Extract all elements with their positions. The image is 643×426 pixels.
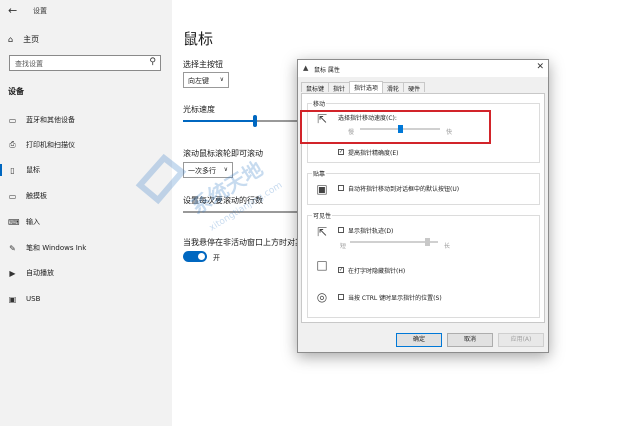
cursor-speed-label: 光标速度 xyxy=(183,105,215,114)
dialog-tabs: 鼠标键 指针 指针选项 滑轮 硬件 xyxy=(301,81,426,93)
dialog-titlebar: ▲ 鼠标 属性 ✕ xyxy=(298,60,548,77)
sidebar-item-autoplay[interactable]: ▶ 自动播放 xyxy=(8,267,54,279)
tab-wheel[interactable]: 滑轮 xyxy=(382,82,405,93)
autoplay-icon: ▶ xyxy=(9,268,16,278)
cursor-speed-slider[interactable] xyxy=(183,115,303,127)
group-title: 可见性 xyxy=(312,211,333,220)
cancel-button[interactable]: 取消 xyxy=(447,333,493,347)
wheel-scroll-dropdown[interactable]: 一次多行 ∨ xyxy=(183,162,233,178)
chevron-down-icon: ∨ xyxy=(223,166,228,173)
mouse-properties-dialog: ▲ 鼠标 属性 ✕ 鼠标键 指针 指针选项 滑轮 硬件 移动 ⇱ 选择指针移动速… xyxy=(297,59,549,353)
pen-icon: ✎ xyxy=(9,243,16,253)
long-label: 长 xyxy=(444,243,451,250)
inactive-scroll-toggle[interactable] xyxy=(183,251,207,262)
slider-thumb[interactable] xyxy=(425,238,430,246)
tab-buttons[interactable]: 鼠标键 xyxy=(301,82,330,93)
sidebar-item-bluetooth[interactable]: ▭ 蓝牙和其他设备 xyxy=(8,114,75,126)
group-title: 贴靠 xyxy=(312,169,327,178)
trails-label: 显示指针轨迹(D) xyxy=(348,228,394,235)
slider-fill xyxy=(183,120,253,122)
sidebar-item-label: 笔和 Windows Ink xyxy=(26,244,87,252)
slider-thumb[interactable] xyxy=(253,115,257,127)
hide-typing-checkbox[interactable]: ✓ xyxy=(338,267,344,273)
trails-checkbox[interactable] xyxy=(338,227,344,233)
primary-button-dropdown[interactable]: 向左键 ∨ xyxy=(183,72,229,88)
snap-label: 自动将指针移动到对话框中的默认按钮(U) xyxy=(348,186,460,193)
precision-label: 提高指针精确度(E) xyxy=(348,150,399,157)
scroll-lines-slider[interactable] xyxy=(183,206,303,218)
mouse-icon: ▲ xyxy=(303,64,309,72)
show-location-icon: ◎ xyxy=(316,290,328,304)
sidebar-home[interactable]: ⌂ 主页 xyxy=(8,34,39,45)
snap-group: 贴靠 ▣ 自动将指针移动到对话框中的默认按钮(U) xyxy=(307,169,540,205)
tab-pointers[interactable]: 指针 xyxy=(328,82,351,93)
mouse-icon: ▯ xyxy=(10,165,15,175)
pointer-trails-icon: ⇱ xyxy=(316,225,328,239)
toggle-knob xyxy=(198,253,205,260)
search-input[interactable]: 查找设置 ⚲ xyxy=(9,55,161,71)
sidebar-item-label: 触摸板 xyxy=(26,192,47,200)
toggle-state-label: 开 xyxy=(213,254,220,262)
printer-icon: ⎙ xyxy=(9,140,16,149)
bluetooth-icon: ▭ xyxy=(8,115,17,125)
wheel-scroll-label: 滚动鼠标滚轮即可滚动 xyxy=(183,149,263,158)
section-heading: 设备 xyxy=(8,87,24,96)
touchpad-icon: ▭ xyxy=(8,191,17,201)
hide-typing-icon: □ xyxy=(316,258,328,272)
close-icon[interactable]: ✕ xyxy=(536,62,544,72)
sidebar-item-label: 自动播放 xyxy=(26,269,54,277)
dialog-title: 鼠标 属性 xyxy=(314,67,340,74)
apply-button[interactable]: 应用(A) xyxy=(498,333,544,347)
home-label: 主页 xyxy=(23,35,40,44)
trails-slider[interactable] xyxy=(350,238,438,246)
snap-pointer-icon: ▣ xyxy=(316,182,328,196)
tab-pointer-options[interactable]: 指针选项 xyxy=(349,81,384,93)
sidebar-item-printers[interactable]: ⎙ 打印机和扫描仪 xyxy=(8,139,75,151)
sidebar-item-typing[interactable]: ⌨ 输入 xyxy=(8,216,40,228)
search-placeholder: 查找设置 xyxy=(15,60,43,68)
inactive-scroll-label: 当我悬停在非活动窗口上方时对其 xyxy=(183,238,303,247)
sidebar-item-mouse[interactable]: ▯ 鼠标 xyxy=(0,164,40,176)
window-title: 设置 xyxy=(33,7,47,15)
snap-checkbox[interactable] xyxy=(338,185,344,191)
sidebar-item-label: 鼠标 xyxy=(26,166,40,174)
settings-sidebar: ← 设置 ⌂ 主页 查找设置 ⚲ 设备 ▭ 蓝牙和其他设备 ⎙ 打印机和扫描仪 … xyxy=(0,0,172,426)
ok-button[interactable]: 确定 xyxy=(396,333,442,347)
ctrl-location-label: 当按 CTRL 键时显示指针的位置(S) xyxy=(348,295,442,302)
sidebar-item-touchpad[interactable]: ▭ 触摸板 xyxy=(8,190,47,202)
group-title: 移动 xyxy=(312,99,327,108)
sidebar-item-usb[interactable]: ▣ USB xyxy=(8,293,41,305)
precision-checkbox[interactable]: ✓ xyxy=(338,149,344,155)
keyboard-icon: ⌨ xyxy=(8,217,20,227)
sidebar-item-label: 蓝牙和其他设备 xyxy=(26,116,75,124)
dropdown-value: 一次多行 xyxy=(188,167,216,175)
scroll-lines-label: 设置每次要滚动的行数 xyxy=(183,196,263,205)
dropdown-value: 向左键 xyxy=(188,77,209,85)
primary-button-label: 选择主按钮 xyxy=(183,60,223,69)
highlight-box xyxy=(300,110,491,144)
tab-hardware[interactable]: 硬件 xyxy=(403,82,426,93)
sidebar-item-label: USB xyxy=(26,295,41,303)
home-icon: ⌂ xyxy=(8,35,14,44)
sidebar-item-pen[interactable]: ✎ 笔和 Windows Ink xyxy=(8,242,86,254)
search-icon[interactable]: ⚲ xyxy=(149,57,156,67)
usb-icon: ▣ xyxy=(8,294,17,304)
slider-track xyxy=(183,211,303,213)
hide-typing-label: 在打字时隐藏指针(H) xyxy=(348,268,406,275)
visibility-group: 可见性 ⇱ 显示指针轨迹(D) 短 长 □ ✓ 在打字时隐藏指针(H) ◎ 当按… xyxy=(307,211,540,318)
page-title: 鼠标 xyxy=(183,30,214,48)
chevron-down-icon: ∨ xyxy=(219,76,224,83)
sidebar-item-label: 打印机和扫描仪 xyxy=(26,141,75,149)
short-label: 短 xyxy=(340,243,347,250)
back-arrow-icon[interactable]: ← xyxy=(8,4,17,17)
ctrl-location-checkbox[interactable] xyxy=(338,294,344,300)
sidebar-item-label: 输入 xyxy=(26,218,40,226)
